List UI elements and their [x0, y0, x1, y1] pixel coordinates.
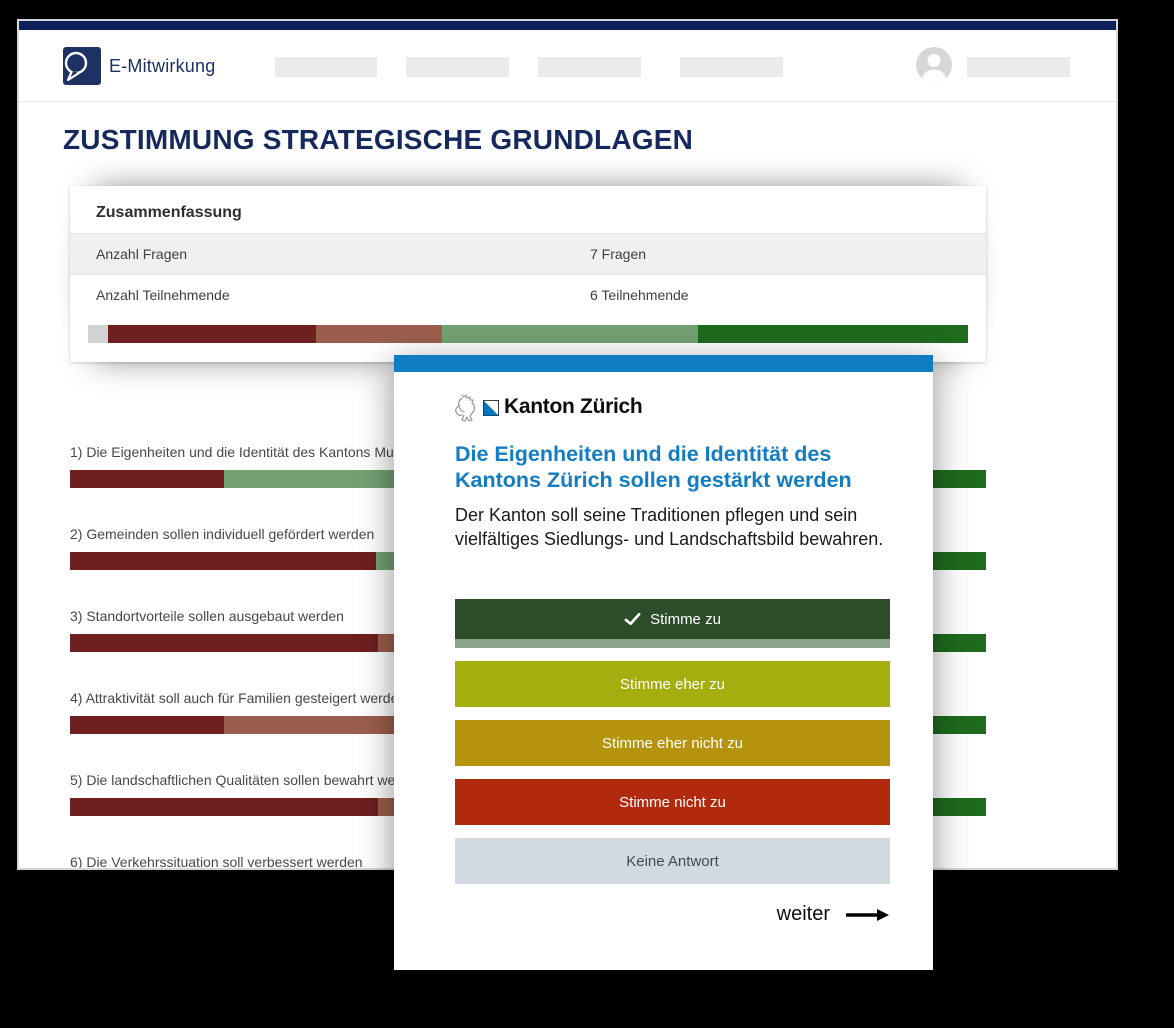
bar-segment-stimme-nicht-zu: [70, 716, 224, 734]
answer-label: Stimme eher zu: [620, 676, 725, 693]
question-title: Die Eigenheiten und die Identität des Ka…: [455, 441, 890, 493]
summary-stacked-bar: [88, 325, 968, 343]
summary-row-label: Anzahl Teilnehmende: [96, 287, 230, 303]
next-label: weiter: [777, 903, 830, 926]
nav-placeholder[interactable]: [406, 57, 509, 77]
nav-placeholder[interactable]: [680, 57, 783, 77]
summary-row-value: 6 Teilnehmende: [590, 287, 689, 303]
person-icon: [916, 47, 952, 83]
kanton-zuerich-wordmark: Kanton Zürich: [504, 395, 642, 419]
summary-row-label: Anzahl Fragen: [96, 246, 187, 262]
page-title: ZUSTIMMUNG STRATEGISCHE GRUNDLAGEN: [63, 124, 693, 156]
next-button[interactable]: weiter: [777, 903, 890, 926]
bar-segment-stimme-eher-zu: [442, 325, 698, 343]
bar-segment-stimme-nicht-zu: [108, 325, 316, 343]
username-placeholder: [967, 57, 1070, 77]
answer-button-keine-antwort[interactable]: Keine Antwort: [455, 838, 890, 884]
answer-label: Stimme eher nicht zu: [602, 735, 743, 752]
question-modal: Kanton Zürich Die Eigenheiten und die Id…: [394, 355, 933, 970]
bar-segment-stimme-nicht-zu: [70, 798, 378, 816]
nav-placeholder[interactable]: [275, 57, 377, 77]
app-header: E-Mitwirkung: [19, 30, 1116, 102]
zuerich-flag-icon: [483, 400, 499, 416]
selected-strip: [455, 639, 890, 648]
bar-segment-stimme-zu: [698, 325, 968, 343]
bar-segment-stimme-nicht-zu: [70, 470, 224, 488]
nav-placeholder[interactable]: [538, 57, 641, 77]
lion-crest-icon: [453, 392, 481, 422]
user-avatar[interactable]: [916, 47, 952, 83]
check-icon: [624, 612, 641, 626]
speech-bubble-icon: [63, 47, 101, 85]
arrow-right-icon: [844, 907, 890, 923]
modal-content: Kanton Zürich Die Eigenheiten und die Id…: [455, 355, 890, 970]
answer-buttons: Stimme zu Stimme eher zu Stimme eher nicht…: [455, 599, 890, 897]
summary-row-value: 7 Fragen: [590, 246, 646, 262]
e-mitwirkung-logo: [63, 47, 101, 85]
bar-segment-stimme-eher-nicht-zu: [316, 325, 442, 343]
bar-segment-keine-antwort: [88, 325, 108, 343]
answer-button-stimme-eher-zu[interactable]: Stimme eher zu: [455, 661, 890, 707]
answer-button-stimme-zu[interactable]: Stimme zu: [455, 599, 890, 648]
answer-label: Stimme zu: [650, 611, 721, 628]
summary-row: Anzahl Teilnehmende 6 Teilnehmende: [70, 275, 986, 315]
brand-name: E-Mitwirkung: [109, 56, 215, 77]
question-description: Der Kanton soll seine Traditionen pflege…: [455, 503, 890, 551]
summary-card: Zusammenfassung Anzahl Fragen7 FragenAnz…: [70, 186, 986, 362]
bar-segment-stimme-nicht-zu: [70, 634, 378, 652]
answer-label: Stimme nicht zu: [619, 794, 726, 811]
answer-button-stimme-eher-nicht-zu[interactable]: Stimme eher nicht zu: [455, 720, 890, 766]
kanton-zuerich-logo: Kanton Zürich: [453, 392, 642, 422]
top-navy-bar: [19, 21, 1116, 30]
summary-rows: Anzahl Fragen 7 Fragen Anzahl Teilnehmende…: [70, 233, 986, 315]
screenshot-stage: E-Mitwirkung ZUSTIMMUNG STRATEGISCHE GRU…: [0, 0, 1174, 1028]
summary-title: Zusammenfassung: [96, 204, 242, 222]
answer-label: Keine Antwort: [626, 853, 719, 870]
summary-row: Anzahl Fragen 7 Fragen: [70, 233, 986, 275]
answer-button-stimme-nicht-zu[interactable]: Stimme nicht zu: [455, 779, 890, 825]
bar-segment-stimme-nicht-zu: [70, 552, 376, 570]
